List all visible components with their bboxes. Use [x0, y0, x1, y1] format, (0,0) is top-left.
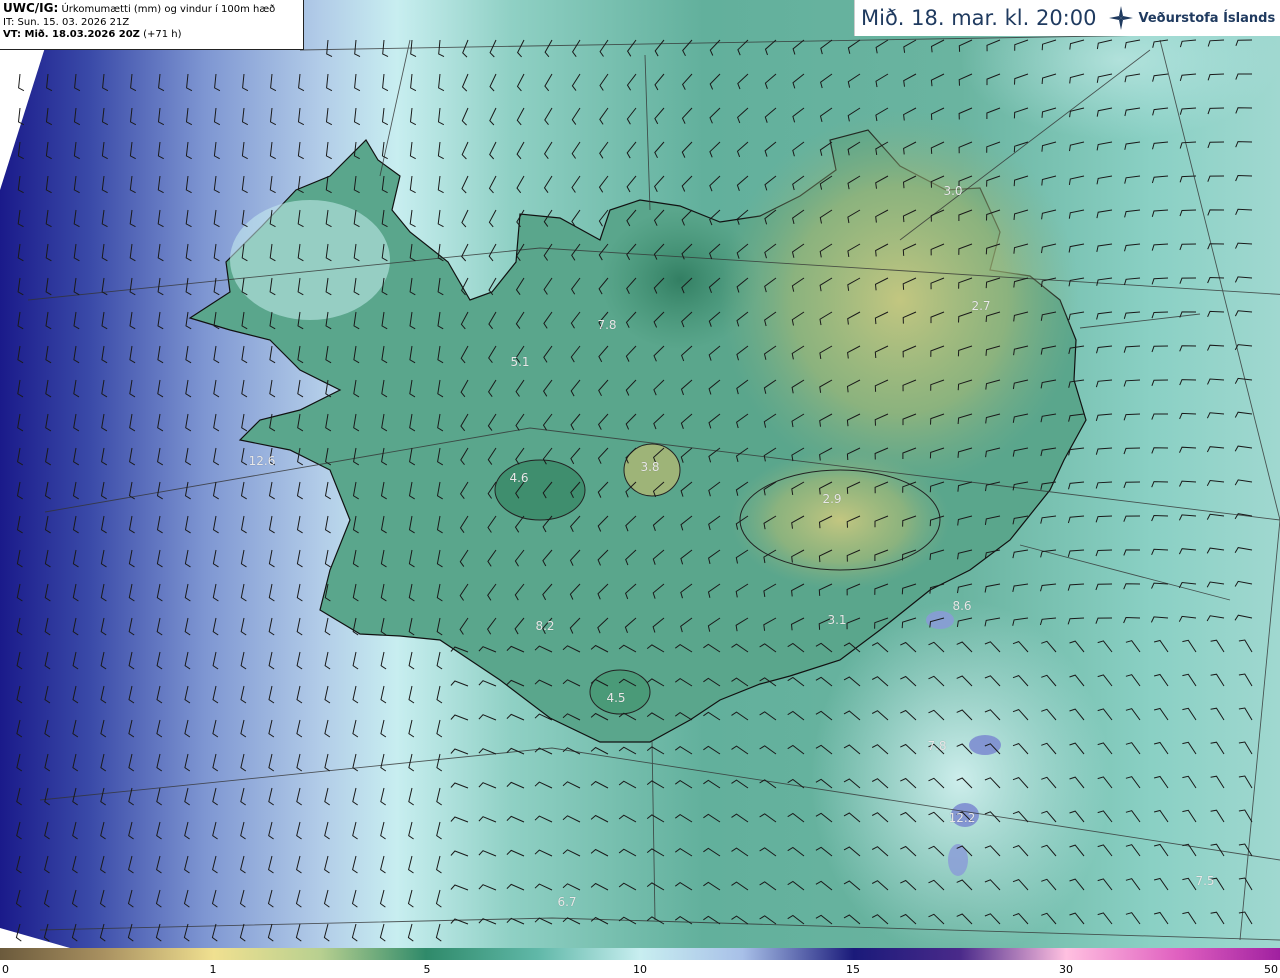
- map-value-label: 7.8: [927, 739, 947, 753]
- colorbar-tick: 30: [1059, 963, 1073, 976]
- colorbar-tick: 0: [2, 963, 9, 976]
- product-title: Úrkomumætti (mm) og vindur í 100m hæð: [61, 4, 276, 15]
- map-value-label: 12.6: [248, 454, 276, 468]
- map-value-label: 7.5: [1195, 874, 1215, 888]
- model-code: UWC/IG:: [3, 1, 59, 15]
- vedurstofa-logo-icon: [1109, 6, 1134, 30]
- precip-cell: [969, 735, 1001, 755]
- colorbar-tick: 50: [1264, 963, 1278, 976]
- highland-southeast: [730, 450, 950, 590]
- colorbar: [0, 948, 1280, 960]
- map-value-label: 4.5: [606, 691, 626, 705]
- lead-time: (+71 h): [143, 29, 182, 40]
- valid-time-banner: Mið. 18. mar. kl. 20:00 Veðurstofa Íslan…: [854, 0, 1280, 36]
- init-time: IT: Sun. 15. 03. 2026 21Z: [3, 16, 130, 28]
- map-value-label: 8.2: [535, 619, 555, 633]
- map-value-label: 3.1: [827, 613, 847, 627]
- map-value-label: 4.6: [509, 471, 529, 485]
- glacier-hofsjokull-west: [494, 459, 586, 521]
- map-value-label: 8.6: [952, 599, 972, 613]
- map-value-label: 3.0: [943, 184, 963, 198]
- westfjords-light: [230, 200, 390, 320]
- colorbar-tick: 15: [846, 963, 860, 976]
- highland-east: [720, 110, 1080, 490]
- map-value-label: 7.8: [597, 318, 617, 332]
- colorbar-tick: 10: [633, 963, 647, 976]
- forecast-info-box: UWC/IG: Úrkomumætti (mm) og vindur í 100…: [0, 0, 304, 50]
- logo-text: Veðurstofa Íslands: [1138, 10, 1276, 26]
- vedurstofa-logo[interactable]: Veðurstofa Íslands: [1108, 5, 1275, 31]
- colorbar-tick: 1: [209, 963, 217, 976]
- map-value-label: 3.8: [640, 460, 660, 474]
- map-value-label: 12.2: [948, 811, 976, 825]
- map-value-label: 5.1: [510, 355, 530, 369]
- forecast-map: [0, 0, 1280, 948]
- valid-time-text: Mið. 18. mar. kl. 20:00: [861, 6, 1097, 30]
- valid-time-short: VT: Mið. 18.03.2026 20Z: [3, 29, 140, 40]
- map-value-label: 2.7: [971, 299, 991, 313]
- sea-light-east: [810, 600, 1110, 948]
- map-value-label: 6.7: [557, 895, 577, 909]
- colorbar-tick: 5: [423, 963, 431, 976]
- map-value-label: 2.9: [822, 492, 842, 506]
